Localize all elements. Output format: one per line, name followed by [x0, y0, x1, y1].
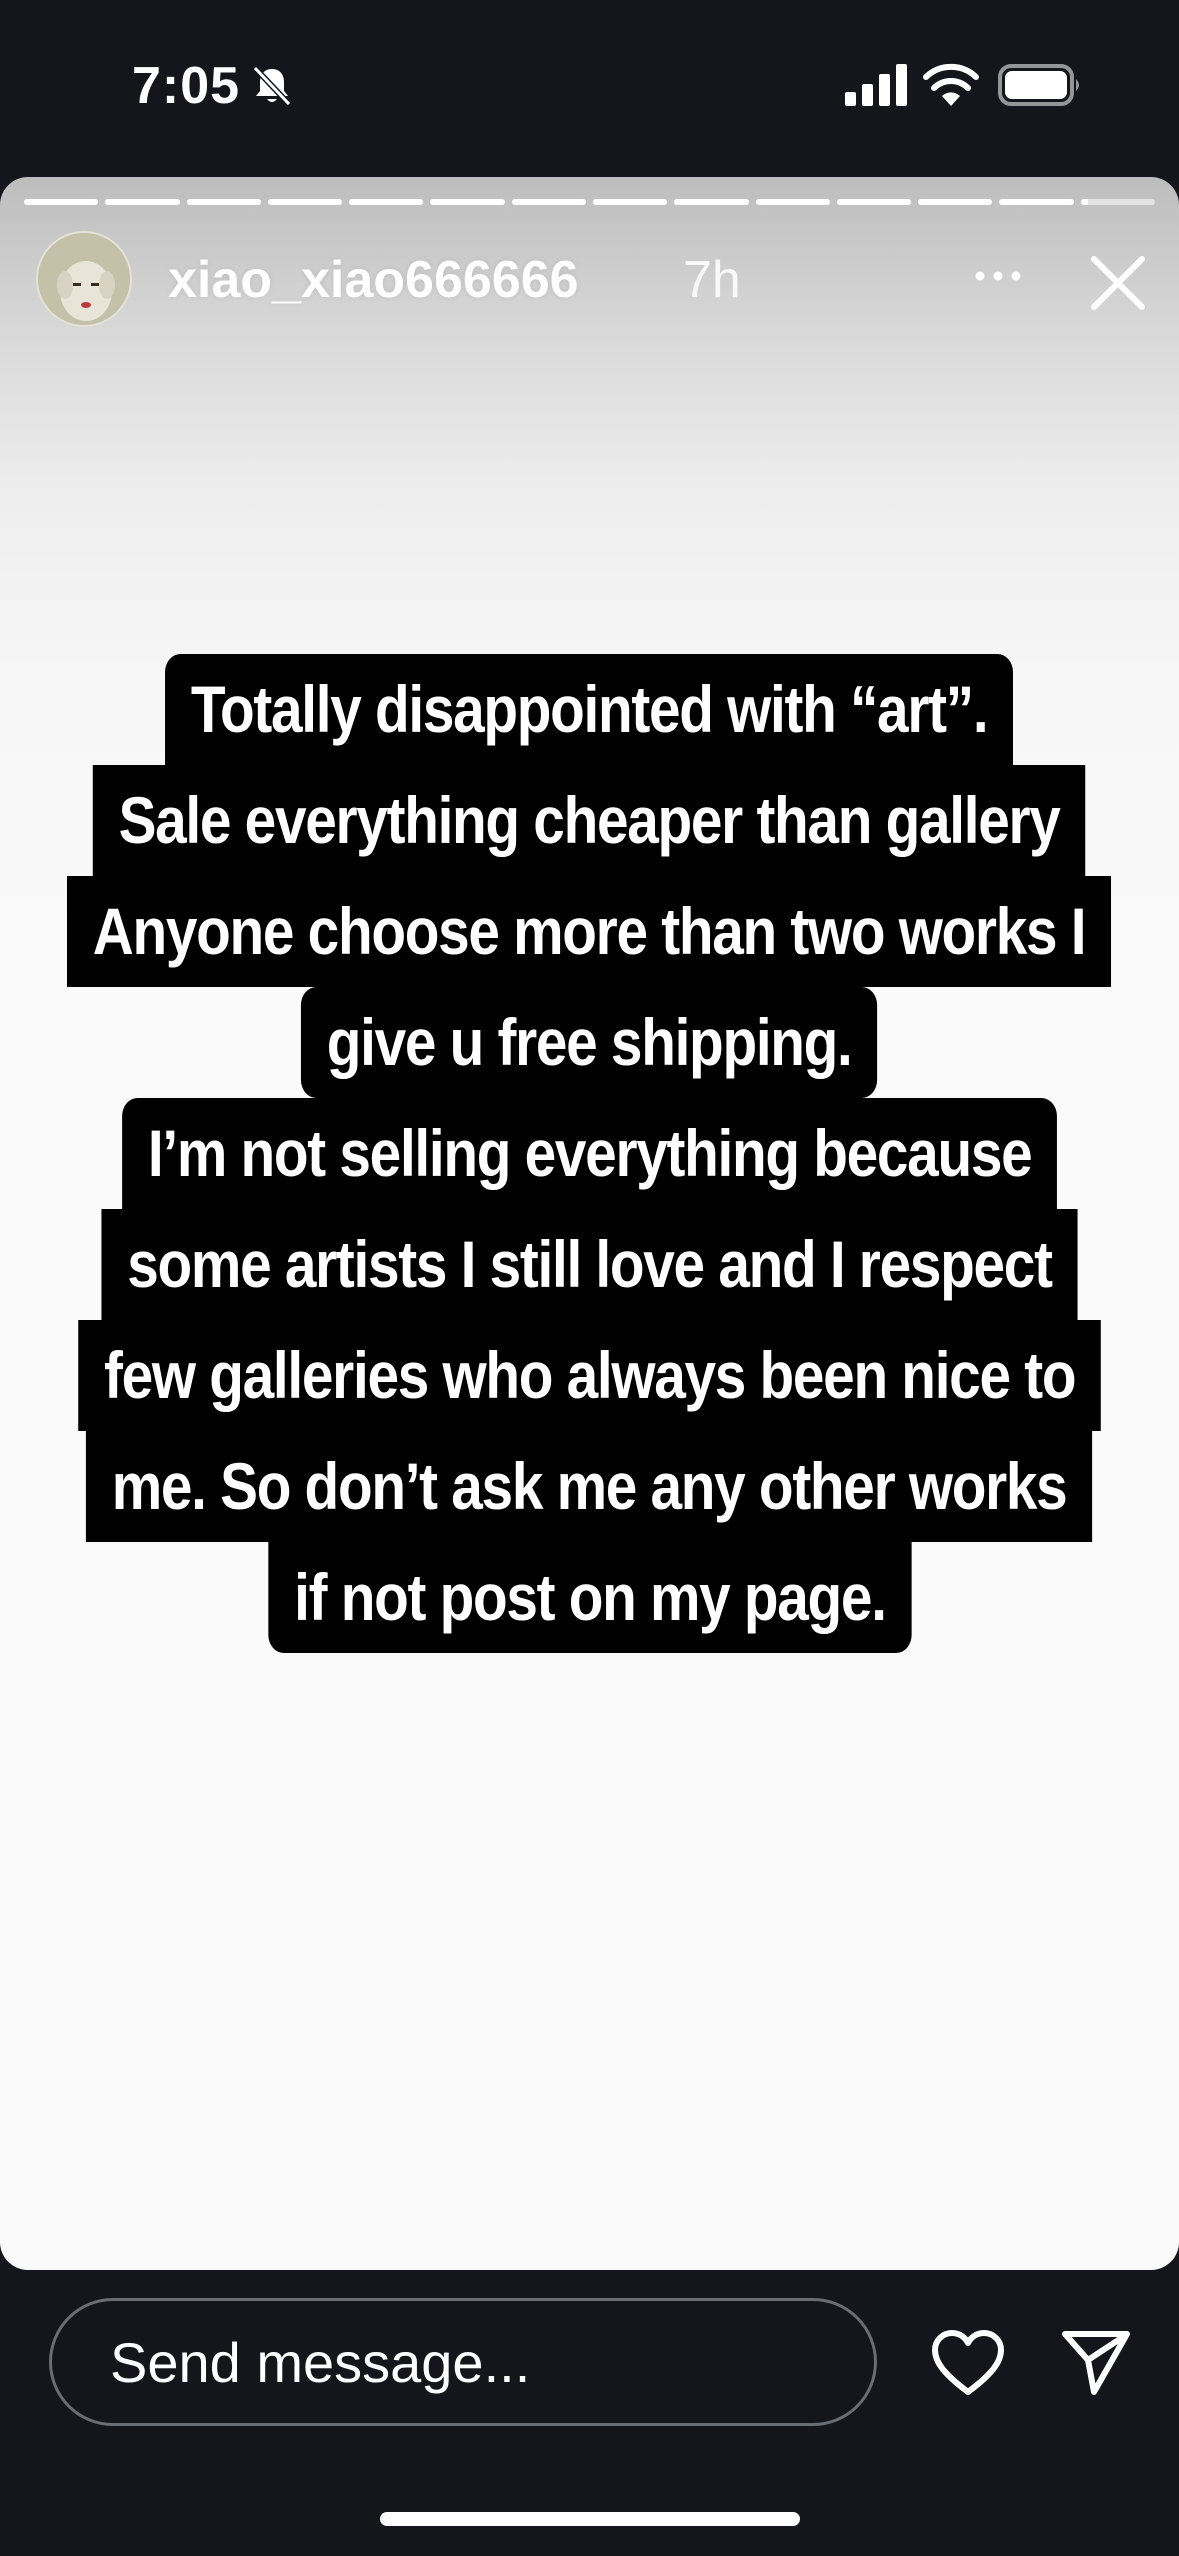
story-view[interactable]: xiao_xiao666666 7h Totally disappointed … [0, 177, 1179, 2270]
story-text-line: few galleries who always been nice to [78, 1320, 1101, 1431]
story-progress-segment [186, 199, 261, 205]
message-placeholder: Send message... [110, 2331, 531, 2394]
story-progress-segment [999, 199, 1074, 205]
story-timestamp: 7h [683, 251, 741, 309]
story-progress-segment [430, 199, 505, 205]
heart-icon[interactable] [930, 2328, 1006, 2398]
story-progress-segment [24, 199, 99, 205]
more-icon[interactable] [966, 261, 1030, 291]
story-text-block: Totally disappointed with “art”. Sale ev… [0, 654, 1179, 1653]
story-text-line: if not post on my page. [267, 1542, 912, 1653]
story-text-line: me. So don’t ask me any other works [86, 1431, 1093, 1542]
bell-muted-icon [252, 65, 292, 107]
story-text-line: Sale everything cheaper than gallery [93, 765, 1086, 876]
story-text-line: I’m not selling everything because [121, 1098, 1058, 1209]
story-progress-segment [511, 199, 586, 205]
avatar-image [38, 233, 130, 325]
battery-icon [998, 64, 1079, 106]
home-indicator [380, 2512, 800, 2526]
username[interactable]: xiao_xiao666666 [168, 250, 579, 310]
signal-icon [845, 64, 907, 106]
status-time: 7:05 [132, 57, 241, 115]
send-icon[interactable] [1060, 2326, 1132, 2398]
story-progress-segment [674, 199, 749, 205]
story-progress-bar [24, 199, 1155, 205]
story-progress-segment [918, 199, 993, 205]
wifi-icon [923, 63, 979, 106]
story-progress-segment [349, 199, 424, 205]
story-text-line: some artists I still love and I respect [101, 1209, 1078, 1320]
story-text-line: Totally disappointed with “art”. [165, 654, 1014, 765]
story-progress-segment [755, 199, 830, 205]
story-progress-segment [105, 199, 180, 205]
story-progress-segment [267, 199, 343, 205]
close-icon[interactable] [1086, 251, 1150, 315]
story-progress-segment [836, 199, 912, 205]
story-text-line: Anyone choose more than two works I [67, 876, 1112, 987]
status-bar: 7:05 [0, 0, 1179, 170]
avatar[interactable] [36, 231, 132, 327]
story-progress-segment [1080, 199, 1155, 205]
story-text-line: give u free shipping. [301, 987, 878, 1098]
story-progress-segment [592, 199, 668, 205]
